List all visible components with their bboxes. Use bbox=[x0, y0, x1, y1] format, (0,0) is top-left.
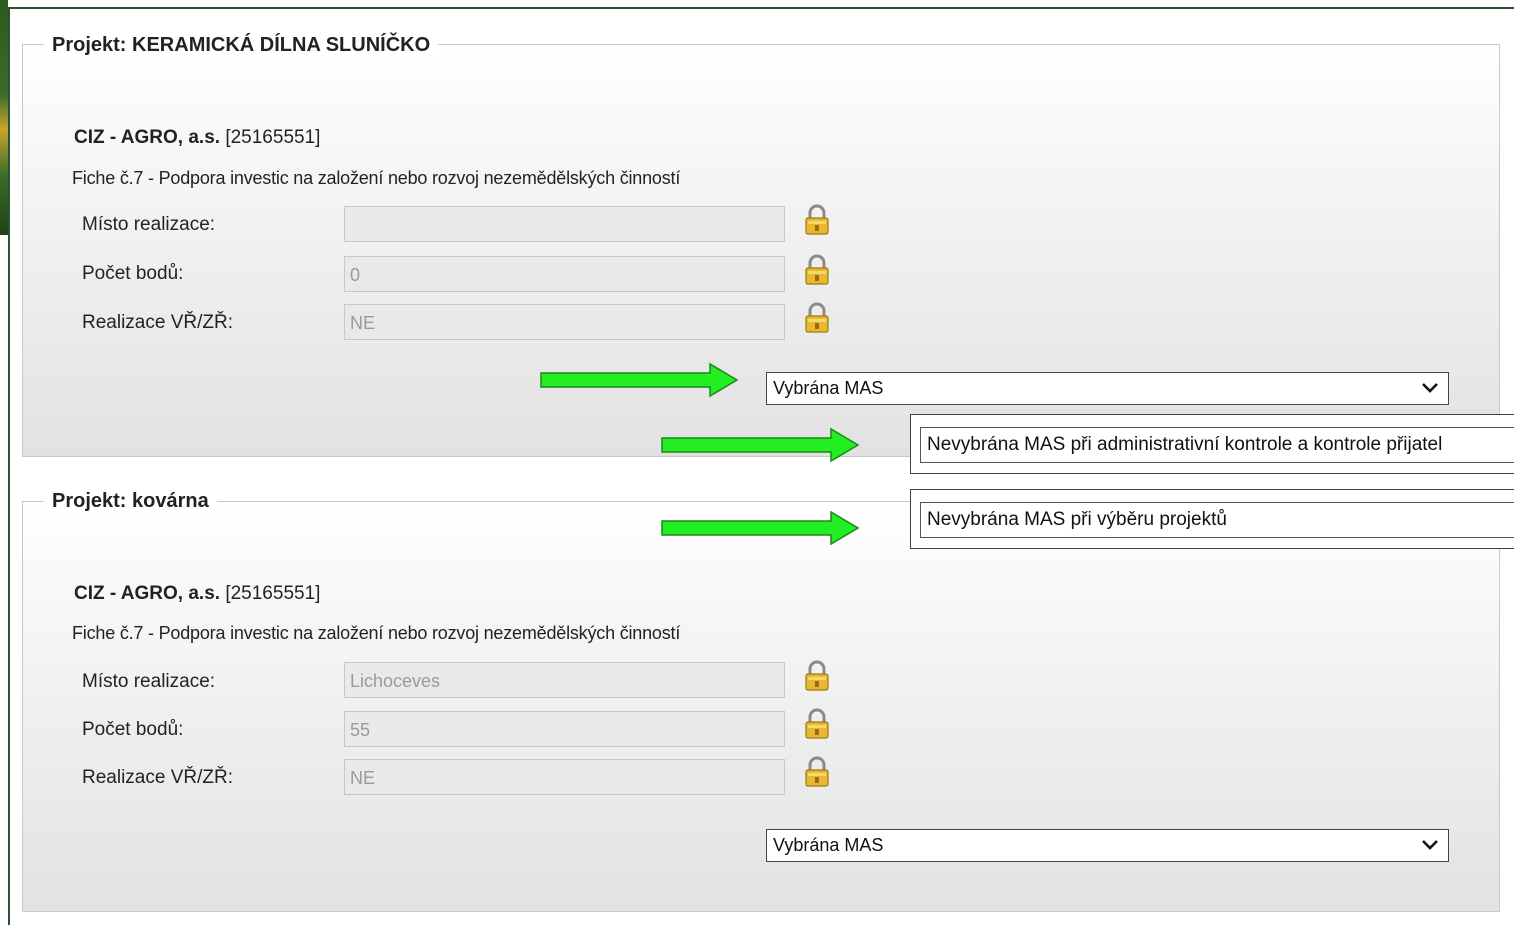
company-name: CIZ - AGRO, a.s. bbox=[74, 583, 221, 604]
green-arrow-icon bbox=[661, 427, 860, 463]
company-name: CIZ - AGRO, a.s. bbox=[74, 127, 221, 148]
dropdown-option-box-1[interactable]: Nevybrána MAS při administrativní kontro… bbox=[910, 414, 1514, 474]
side-logo-strip bbox=[0, 0, 8, 235]
lock-icon bbox=[805, 204, 829, 235]
green-arrow-icon bbox=[540, 362, 739, 398]
pocet-bodu-input: 55 bbox=[344, 711, 785, 747]
field-label-misto: Místo realizace: bbox=[82, 214, 216, 235]
field-label-pocet: Počet bodů: bbox=[82, 719, 184, 740]
dropdown-option-box-2[interactable]: Nevybrána MAS při výběru projektů bbox=[910, 489, 1514, 549]
green-arrow-icon bbox=[661, 510, 860, 546]
misto-realizace-input: Lichoceves bbox=[344, 662, 785, 698]
dropdown-option[interactable]: Nevybrána MAS při výběru projektů bbox=[920, 502, 1514, 538]
company-id: [25165551] bbox=[225, 127, 321, 148]
company-id: [25165551] bbox=[225, 583, 321, 604]
fiche-text: Fiche č.7 - Podpora investic na založení… bbox=[72, 623, 681, 643]
lock-icon bbox=[805, 756, 829, 787]
pocet-bodu-input: 0 bbox=[344, 256, 785, 292]
status-select-1[interactable]: Vybrána MAS bbox=[766, 372, 1449, 405]
fiche-text: Fiche č.7 - Podpora investic na založení… bbox=[72, 168, 681, 188]
lock-icon bbox=[805, 302, 829, 333]
lock-icon bbox=[805, 708, 829, 739]
chevron-down-icon[interactable] bbox=[1420, 836, 1440, 854]
status-select-value: Vybrána MAS bbox=[773, 378, 884, 398]
realizace-vr-zr-input: NE bbox=[344, 304, 785, 340]
company-line: CIZ - AGRO, a.s. [25165551] bbox=[74, 127, 320, 149]
lock-icon bbox=[805, 254, 829, 285]
company-line: CIZ - AGRO, a.s. [25165551] bbox=[74, 583, 320, 605]
misto-realizace-input bbox=[344, 206, 785, 242]
dropdown-option[interactable]: Nevybrána MAS při administrativní kontro… bbox=[920, 427, 1514, 463]
status-select-value: Vybrána MAS bbox=[773, 835, 884, 855]
chevron-down-icon[interactable] bbox=[1420, 379, 1440, 397]
project-legend: Projekt: KERAMICKÁ DÍLNA SLUNÍČKO bbox=[44, 33, 439, 57]
field-label-pocet: Počet bodů: bbox=[82, 263, 184, 284]
field-label-misto: Místo realizace: bbox=[82, 671, 216, 692]
field-label-realizace: Realizace VŘ/ZŘ: bbox=[82, 312, 233, 333]
status-select-2[interactable]: Vybrána MAS bbox=[766, 829, 1449, 862]
realizace-vr-zr-input: NE bbox=[344, 759, 785, 795]
field-label-realizace: Realizace VŘ/ZŘ: bbox=[82, 767, 233, 788]
project-legend: Projekt: kovárna bbox=[44, 489, 217, 513]
lock-icon bbox=[805, 660, 829, 691]
